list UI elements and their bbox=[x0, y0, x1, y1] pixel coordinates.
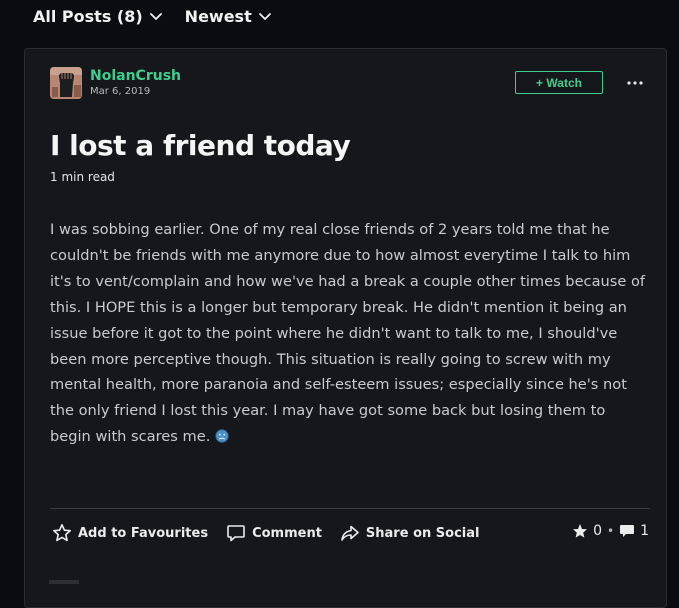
sort-dropdown[interactable]: Newest bbox=[185, 7, 272, 26]
posts-filter-label: All Posts (8) bbox=[33, 6, 143, 26]
add-to-favourites-button[interactable]: Add to Favourites bbox=[52, 523, 208, 543]
more-dots-icon bbox=[627, 81, 643, 85]
share-arrow-icon bbox=[341, 525, 359, 541]
comment-filled-icon bbox=[620, 525, 635, 537]
chevron-down-icon bbox=[258, 13, 271, 20]
next-card-edge bbox=[49, 580, 79, 584]
sort-label: Newest bbox=[184, 6, 252, 26]
star-outline-icon bbox=[53, 524, 71, 542]
speech-bubble-icon bbox=[227, 525, 245, 542]
divider bbox=[50, 508, 650, 509]
post-body: I was sobbing earlier. One of my real cl… bbox=[50, 217, 650, 450]
read-time: 1 min read bbox=[50, 170, 115, 184]
post-card: NolanCrush Mar 6, 2019 + Watch I lost a … bbox=[24, 48, 667, 608]
post-body-text: I was sobbing earlier. One of my real cl… bbox=[50, 221, 646, 446]
posts-filter-dropdown[interactable]: All Posts (8) bbox=[33, 7, 163, 26]
favourite-count: 0 bbox=[593, 523, 602, 539]
author-name[interactable]: NolanCrush bbox=[90, 68, 181, 85]
author-row: NolanCrush Mar 6, 2019 bbox=[50, 67, 181, 99]
count-separator: • bbox=[607, 524, 615, 538]
watch-button[interactable]: + Watch bbox=[515, 71, 603, 94]
share-label: Share on Social bbox=[365, 525, 480, 541]
post-actions: Add to Favourites Comment Share on Socia… bbox=[52, 523, 479, 543]
chevron-down-icon bbox=[149, 13, 162, 20]
favourite-label: Add to Favourites bbox=[78, 525, 209, 541]
comment-label: Comment bbox=[252, 525, 322, 541]
comment-count: 1 bbox=[640, 523, 649, 539]
sad-face-emoji-icon bbox=[215, 429, 229, 443]
post-counts: 0 • 1 bbox=[572, 523, 649, 539]
post-date: Mar 6, 2019 bbox=[90, 85, 151, 97]
more-options-button[interactable] bbox=[623, 71, 647, 95]
post-title: I lost a friend today bbox=[50, 129, 351, 162]
raised-fist-avatar-icon bbox=[50, 67, 82, 99]
star-filled-icon bbox=[573, 524, 588, 538]
share-on-social-button[interactable]: Share on Social bbox=[340, 523, 480, 543]
author-meta: NolanCrush Mar 6, 2019 bbox=[90, 68, 181, 99]
filter-bar: All Posts (8) Newest bbox=[33, 4, 272, 28]
avatar[interactable] bbox=[50, 67, 82, 99]
comment-button[interactable]: Comment bbox=[226, 523, 322, 543]
